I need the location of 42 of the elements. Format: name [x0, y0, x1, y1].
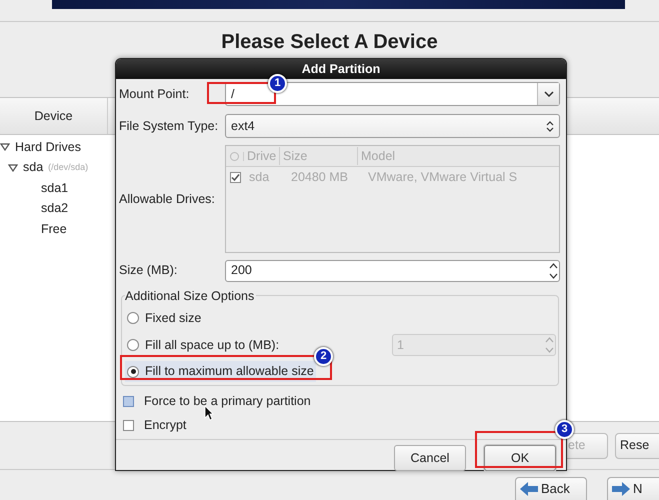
field-label: Allowable Drives:	[119, 190, 216, 208]
checkbox-label[interactable]: Force to be a primary partition	[144, 392, 311, 410]
tree-item[interactable]: Hard Drives	[15, 138, 81, 157]
left-arrow-icon	[520, 482, 538, 496]
tree-item[interactable]: sda	[23, 158, 44, 178]
file-system-dropdown[interactable]: ext4	[225, 114, 560, 138]
size-spin-field[interactable]: 200	[225, 260, 560, 282]
chevron-down-icon	[544, 91, 554, 97]
field-label: Mount Point:	[119, 86, 190, 103]
select-column-icon	[230, 152, 239, 160]
checkbox-label[interactable]: Encrypt	[144, 416, 186, 434]
radio-button[interactable]	[127, 339, 139, 351]
checkbox[interactable]	[123, 420, 134, 430]
expanded-triangle-icon[interactable]	[8, 164, 18, 172]
panel-button[interactable]: Rese	[615, 432, 659, 458]
column-header[interactable]: Device	[34, 106, 73, 126]
mouse-cursor-icon	[204, 405, 214, 421]
dialog-title: Add Partition	[302, 60, 380, 78]
tree-item[interactable]: sda1	[41, 178, 68, 198]
next-button[interactable]: N	[607, 477, 659, 500]
ok-button[interactable]: OK	[484, 445, 556, 471]
cancel-button[interactable]: Cancel	[394, 445, 466, 471]
radio-button[interactable]	[127, 312, 139, 324]
table-cell-text: VMware, VMware Virtual S	[367, 169, 518, 186]
radio-label[interactable]: Fill all space up to (MB):	[145, 336, 280, 354]
spin-arrows-icon	[548, 260, 559, 280]
checkbox[interactable]	[123, 396, 134, 406]
back-button[interactable]: Back	[515, 477, 587, 500]
table-cell-text: sda	[248, 169, 270, 186]
tree-item[interactable]: Free	[41, 220, 67, 239]
device-path-label: (/dev/sda)	[48, 161, 88, 174]
field-label: File System Type:	[119, 118, 220, 135]
page-title: Please Select A Device	[221, 31, 438, 53]
table-cell-text: 20480 MB	[290, 169, 349, 186]
tree-item[interactable]: sda2	[41, 199, 68, 218]
right-arrow-icon	[612, 482, 630, 496]
radio-button[interactable]	[127, 366, 139, 378]
expanded-triangle-icon[interactable]	[0, 143, 10, 152]
up-down-chevron-icon	[546, 120, 554, 132]
spin-arrows-icon	[544, 335, 555, 355]
radio-label[interactable]: Fixed size	[145, 308, 202, 328]
field-label: Size (MB):	[119, 262, 178, 280]
